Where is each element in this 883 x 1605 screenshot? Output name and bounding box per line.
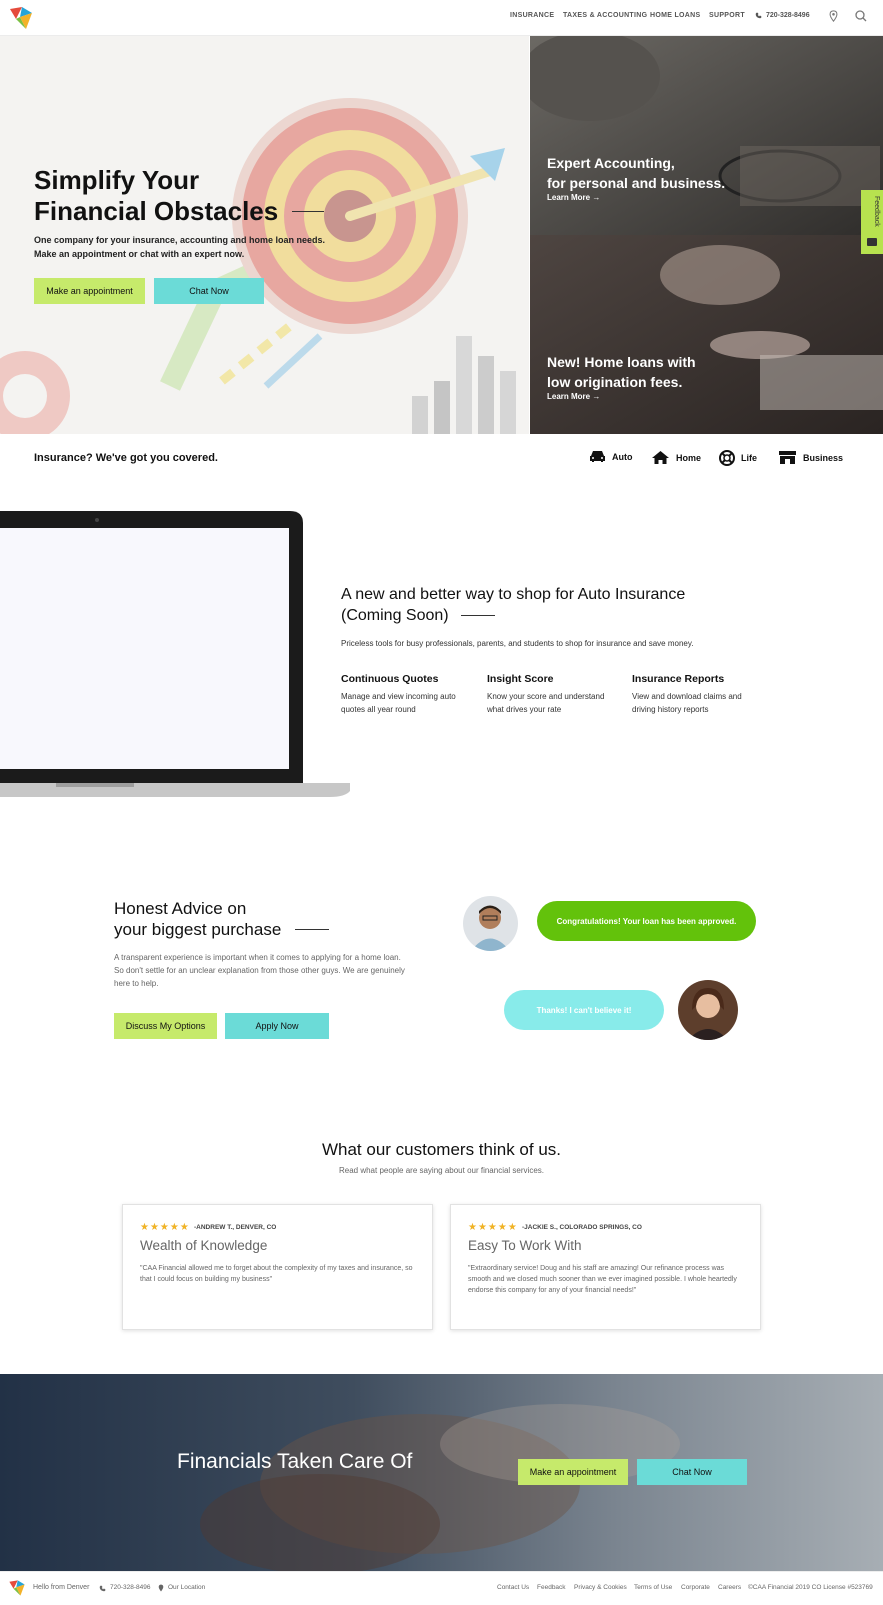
site-header: INSURANCE TAXES & ACCOUNTING HOME LOANS … bbox=[0, 0, 883, 36]
review-title: Wealth of Knowledge bbox=[140, 1238, 268, 1253]
footer-link-careers[interactable]: Careers bbox=[718, 1584, 741, 1591]
customer-avatar bbox=[678, 980, 738, 1040]
agent-avatar bbox=[463, 896, 518, 951]
hero-title: Simplify Your Financial Obstacles bbox=[34, 165, 325, 227]
banner-chat-button[interactable]: Chat Now bbox=[637, 1459, 747, 1485]
nav-taxes-accounting[interactable]: TAXES & ACCOUNTING bbox=[563, 12, 647, 19]
feature-insight-score-desc: Know your score and understand what driv… bbox=[487, 692, 605, 714]
apply-now-button[interactable]: Apply Now bbox=[225, 1013, 329, 1039]
title-divider bbox=[295, 929, 330, 930]
insurance-life-link[interactable]: Life bbox=[719, 450, 757, 466]
reviews-title: What our customers think of us. bbox=[321, 1140, 562, 1159]
car-icon bbox=[590, 451, 605, 462]
feature-insight-score-title: Insight Score bbox=[487, 673, 554, 685]
header-phone-number: 720-328-8496 bbox=[766, 12, 810, 19]
rating-stars: ★★★★★ bbox=[140, 1222, 190, 1233]
location-pin-icon[interactable] bbox=[829, 10, 838, 22]
footer-link-corporate[interactable]: Corporate bbox=[681, 1584, 710, 1591]
footer-phone[interactable]: 720-328-8496 bbox=[110, 1584, 150, 1591]
laptop-illustration bbox=[0, 511, 350, 797]
caa-logo-icon[interactable] bbox=[8, 5, 34, 31]
home-loans-promo-title: New! Home loans with low origination fee… bbox=[547, 354, 696, 390]
customer-chat-bubble: Thanks! I can't believe it! bbox=[504, 990, 664, 1030]
reviews-subtitle: Read what people are saying about our fi… bbox=[338, 1166, 544, 1175]
accounting-photo bbox=[530, 36, 883, 235]
rating-stars: ★★★★★ bbox=[468, 1222, 518, 1233]
location-pin-icon bbox=[158, 1584, 164, 1592]
review-body: "CAA Financial allowed me to forget abou… bbox=[140, 1265, 413, 1283]
footer-link-contact[interactable]: Contact Us bbox=[497, 1584, 529, 1591]
accounting-promo-title: Expert Accounting, for personal and busi… bbox=[547, 155, 726, 191]
cta-banner: Financials Taken Care Of Make an appoint… bbox=[0, 1374, 883, 1571]
review-author: -JACKIE S., COLORADO SPRINGS, CO bbox=[522, 1224, 642, 1231]
nav-home-loans[interactable]: HOME LOANS bbox=[650, 12, 700, 19]
home-loans-learn-more-link[interactable]: Learn More → bbox=[547, 392, 600, 401]
feedback-tab[interactable]: Feedback bbox=[861, 190, 883, 254]
hero-subtitle: One company for your insurance, accounti… bbox=[34, 235, 326, 259]
auto-insurance-desc: Priceless tools for busy professionals, … bbox=[341, 639, 694, 648]
hero-panel: Simplify Your Financial Obstacles One co… bbox=[0, 36, 529, 434]
accounting-learn-more-link[interactable]: Learn More → bbox=[547, 193, 600, 202]
insurance-bar-heading: Insurance? We've got you covered. bbox=[34, 452, 218, 464]
chat-icon bbox=[867, 238, 877, 246]
footer-link-feedback[interactable]: Feedback bbox=[537, 1584, 566, 1591]
home-icon bbox=[652, 451, 669, 464]
title-divider bbox=[460, 615, 495, 616]
review-author: -ANDREW T., DENVER, CO bbox=[194, 1224, 277, 1231]
lifebuoy-icon bbox=[719, 450, 735, 466]
title-divider bbox=[292, 211, 325, 212]
header-phone[interactable]: 720-328-8496 bbox=[755, 12, 810, 19]
insurance-business-link[interactable]: Business bbox=[778, 450, 843, 465]
chat-now-button[interactable]: Chat Now bbox=[154, 278, 264, 304]
review-title: Easy To Work With bbox=[468, 1238, 582, 1253]
make-appointment-button[interactable]: Make an appointment bbox=[34, 278, 145, 304]
insurance-auto-link[interactable]: Auto bbox=[589, 450, 633, 463]
feature-continuous-quotes-title: Continuous Quotes bbox=[341, 673, 439, 685]
review-card: ★★★★★ -ANDREW T., DENVER, CO Wealth of K… bbox=[122, 1204, 433, 1330]
review-body: "Extraordinary service! Doug and his sta… bbox=[468, 1265, 737, 1294]
phone-icon bbox=[755, 12, 762, 19]
discuss-options-button[interactable]: Discuss My Options bbox=[114, 1013, 217, 1039]
feature-continuous-quotes-desc: Manage and view incoming auto quotes all… bbox=[341, 692, 456, 714]
feature-insurance-reports-title: Insurance Reports bbox=[632, 673, 725, 685]
banner-appointment-button[interactable]: Make an appointment bbox=[518, 1459, 628, 1485]
phone-icon bbox=[99, 1585, 106, 1592]
accounting-promo[interactable]: Expert Accounting, for personal and busi… bbox=[530, 36, 883, 235]
handshake-photo bbox=[200, 1404, 680, 1571]
banner-title: Financials Taken Care Of bbox=[177, 1450, 413, 1473]
feedback-tab-label: Feedback bbox=[873, 196, 880, 227]
home-loans-promo[interactable]: New! Home loans with low origination fee… bbox=[530, 235, 883, 434]
home-loans-photo bbox=[530, 235, 883, 434]
nav-insurance[interactable]: INSURANCE bbox=[510, 12, 554, 19]
footer-location-link[interactable]: Our Location bbox=[168, 1584, 205, 1591]
footer-link-privacy[interactable]: Privacy & Cookies bbox=[574, 1584, 627, 1591]
agent-chat-bubble: Congratulations! Your loan has been appr… bbox=[537, 901, 756, 941]
footer-logo-icon[interactable] bbox=[8, 1579, 26, 1597]
search-icon[interactable] bbox=[855, 10, 867, 22]
footer-link-terms[interactable]: Terms of Use bbox=[634, 1584, 672, 1591]
review-card: ★★★★★ -JACKIE S., COLORADO SPRINGS, CO E… bbox=[450, 1204, 761, 1330]
feature-insurance-reports-desc: View and download claims and driving his… bbox=[632, 692, 742, 714]
insurance-home-link[interactable]: Home bbox=[651, 450, 701, 465]
auto-insurance-title: A new and better way to shop for Auto In… bbox=[341, 586, 686, 624]
footer-greeting: Hello from Denver bbox=[33, 1584, 90, 1591]
advice-title: Honest Advice on your biggest purchase bbox=[114, 898, 330, 940]
store-icon bbox=[779, 451, 796, 464]
advice-desc: A transparent experience is important wh… bbox=[114, 953, 405, 988]
footer-copyright: ©CAA Financial 2019 CO License #523769 bbox=[748, 1584, 873, 1591]
auto-insurance-section: A new and better way to shop for Auto In… bbox=[0, 484, 883, 844]
nav-support[interactable]: SUPPORT bbox=[709, 12, 745, 19]
